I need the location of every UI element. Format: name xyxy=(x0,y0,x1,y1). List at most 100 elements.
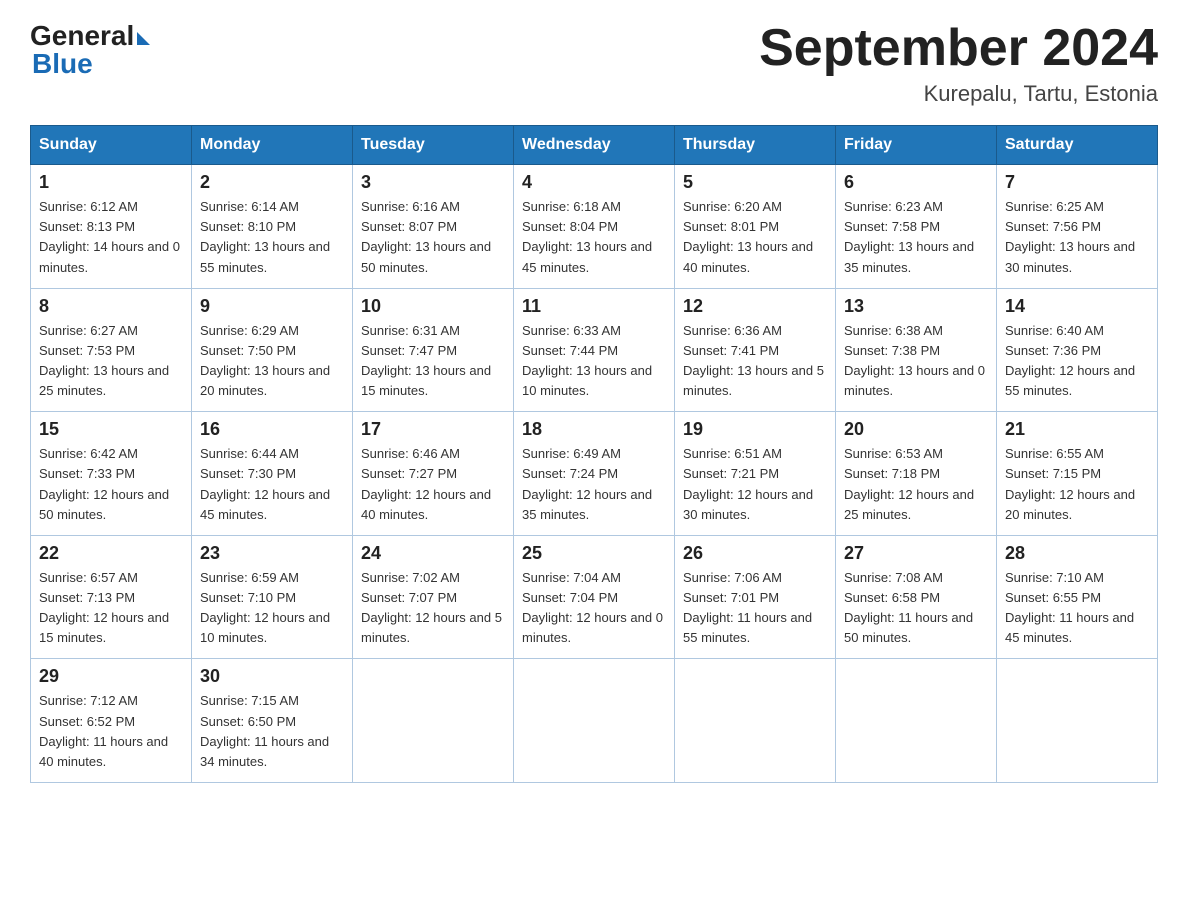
day-info: Sunrise: 6:18 AMSunset: 8:04 PMDaylight:… xyxy=(522,197,666,278)
calendar-cell: 21 Sunrise: 6:55 AMSunset: 7:15 PMDayligh… xyxy=(997,412,1158,536)
day-info: Sunrise: 7:08 AMSunset: 6:58 PMDaylight:… xyxy=(844,568,988,649)
day-info: Sunrise: 7:10 AMSunset: 6:55 PMDaylight:… xyxy=(1005,568,1149,649)
calendar-cell: 30 Sunrise: 7:15 AMSunset: 6:50 PMDayligh… xyxy=(192,659,353,783)
calendar-cell: 8Sunrise: 6:27 AMSunset: 7:53 PMDaylight… xyxy=(31,288,192,412)
calendar-cell: 19 Sunrise: 6:51 AMSunset: 7:21 PMDayligh… xyxy=(675,412,836,536)
day-info: Sunrise: 6:46 AMSunset: 7:27 PMDaylight:… xyxy=(361,444,505,525)
calendar-cell: 27 Sunrise: 7:08 AMSunset: 6:58 PMDayligh… xyxy=(836,535,997,659)
day-number: 18 xyxy=(522,419,666,440)
calendar-cell: 22 Sunrise: 6:57 AMSunset: 7:13 PMDayligh… xyxy=(31,535,192,659)
day-info: Sunrise: 6:55 AMSunset: 7:15 PMDaylight:… xyxy=(1005,444,1149,525)
calendar-week-row: 29 Sunrise: 7:12 AMSunset: 6:52 PMDayligh… xyxy=(31,659,1158,783)
day-number: 24 xyxy=(361,543,505,564)
calendar-cell: 4 Sunrise: 6:18 AMSunset: 8:04 PMDaylight… xyxy=(514,165,675,289)
day-of-week-tuesday: Tuesday xyxy=(353,126,514,165)
day-info: Sunrise: 6:20 AMSunset: 8:01 PMDaylight:… xyxy=(683,197,827,278)
calendar-cell: 16 Sunrise: 6:44 AMSunset: 7:30 PMDayligh… xyxy=(192,412,353,536)
calendar-cell xyxy=(675,659,836,783)
day-info: Sunrise: 6:38 AMSunset: 7:38 PMDaylight:… xyxy=(844,321,988,402)
title-block: September 2024 Kurepalu, Tartu, Estonia xyxy=(759,20,1158,107)
day-number: 29 xyxy=(39,666,183,687)
day-number: 12 xyxy=(683,296,827,317)
day-number: 20 xyxy=(844,419,988,440)
day-info: Sunrise: 6:31 AMSunset: 7:47 PMDaylight:… xyxy=(361,321,505,402)
calendar-cell: 18 Sunrise: 6:49 AMSunset: 7:24 PMDayligh… xyxy=(514,412,675,536)
calendar-week-row: 1 Sunrise: 6:12 AMSunset: 8:13 PMDaylight… xyxy=(31,165,1158,289)
day-number: 7 xyxy=(1005,172,1149,193)
day-number: 30 xyxy=(200,666,344,687)
day-number: 19 xyxy=(683,419,827,440)
calendar-cell: 25Sunrise: 7:04 AMSunset: 7:04 PMDayligh… xyxy=(514,535,675,659)
calendar-cell: 2 Sunrise: 6:14 AMSunset: 8:10 PMDaylight… xyxy=(192,165,353,289)
day-info: Sunrise: 6:25 AMSunset: 7:56 PMDaylight:… xyxy=(1005,197,1149,278)
calendar-header-row: SundayMondayTuesdayWednesdayThursdayFrid… xyxy=(31,126,1158,165)
day-info: Sunrise: 6:12 AMSunset: 8:13 PMDaylight:… xyxy=(39,197,183,278)
day-of-week-thursday: Thursday xyxy=(675,126,836,165)
day-number: 6 xyxy=(844,172,988,193)
day-info: Sunrise: 6:29 AMSunset: 7:50 PMDaylight:… xyxy=(200,321,344,402)
day-of-week-saturday: Saturday xyxy=(997,126,1158,165)
calendar-cell: 17 Sunrise: 6:46 AMSunset: 7:27 PMDayligh… xyxy=(353,412,514,536)
day-number: 26 xyxy=(683,543,827,564)
calendar-title: September 2024 xyxy=(759,20,1158,77)
calendar-cell: 7 Sunrise: 6:25 AMSunset: 7:56 PMDaylight… xyxy=(997,165,1158,289)
day-info: Sunrise: 6:44 AMSunset: 7:30 PMDaylight:… xyxy=(200,444,344,525)
day-info: Sunrise: 6:57 AMSunset: 7:13 PMDaylight:… xyxy=(39,568,183,649)
calendar-cell: 5 Sunrise: 6:20 AMSunset: 8:01 PMDaylight… xyxy=(675,165,836,289)
calendar-week-row: 15 Sunrise: 6:42 AMSunset: 7:33 PMDayligh… xyxy=(31,412,1158,536)
calendar-cell: 15 Sunrise: 6:42 AMSunset: 7:33 PMDayligh… xyxy=(31,412,192,536)
day-info: Sunrise: 6:53 AMSunset: 7:18 PMDaylight:… xyxy=(844,444,988,525)
day-number: 15 xyxy=(39,419,183,440)
day-info: Sunrise: 6:49 AMSunset: 7:24 PMDaylight:… xyxy=(522,444,666,525)
day-number: 27 xyxy=(844,543,988,564)
calendar-cell: 3Sunrise: 6:16 AMSunset: 8:07 PMDaylight… xyxy=(353,165,514,289)
day-number: 21 xyxy=(1005,419,1149,440)
calendar-week-row: 8Sunrise: 6:27 AMSunset: 7:53 PMDaylight… xyxy=(31,288,1158,412)
calendar-cell xyxy=(514,659,675,783)
day-info: Sunrise: 7:02 AMSunset: 7:07 PMDaylight:… xyxy=(361,568,505,649)
logo-blue-text: Blue xyxy=(32,48,93,80)
day-info: Sunrise: 6:42 AMSunset: 7:33 PMDaylight:… xyxy=(39,444,183,525)
calendar-week-row: 22 Sunrise: 6:57 AMSunset: 7:13 PMDayligh… xyxy=(31,535,1158,659)
day-number: 11 xyxy=(522,296,666,317)
day-info: Sunrise: 6:51 AMSunset: 7:21 PMDaylight:… xyxy=(683,444,827,525)
calendar-cell: 28 Sunrise: 7:10 AMSunset: 6:55 PMDayligh… xyxy=(997,535,1158,659)
day-info: Sunrise: 6:14 AMSunset: 8:10 PMDaylight:… xyxy=(200,197,344,278)
day-number: 1 xyxy=(39,172,183,193)
day-info: Sunrise: 7:06 AMSunset: 7:01 PMDaylight:… xyxy=(683,568,827,649)
calendar-cell: 1 Sunrise: 6:12 AMSunset: 8:13 PMDaylight… xyxy=(31,165,192,289)
day-info: Sunrise: 6:40 AMSunset: 7:36 PMDaylight:… xyxy=(1005,321,1149,402)
calendar-cell: 24 Sunrise: 7:02 AMSunset: 7:07 PMDayligh… xyxy=(353,535,514,659)
calendar-cell: 20 Sunrise: 6:53 AMSunset: 7:18 PMDayligh… xyxy=(836,412,997,536)
calendar-subtitle: Kurepalu, Tartu, Estonia xyxy=(759,81,1158,107)
day-number: 4 xyxy=(522,172,666,193)
day-of-week-wednesday: Wednesday xyxy=(514,126,675,165)
day-info: Sunrise: 7:12 AMSunset: 6:52 PMDaylight:… xyxy=(39,691,183,772)
day-number: 28 xyxy=(1005,543,1149,564)
calendar-cell: 23Sunrise: 6:59 AMSunset: 7:10 PMDayligh… xyxy=(192,535,353,659)
day-info: Sunrise: 7:04 AMSunset: 7:04 PMDaylight:… xyxy=(522,568,666,649)
calendar-cell xyxy=(836,659,997,783)
day-of-week-friday: Friday xyxy=(836,126,997,165)
day-info: Sunrise: 6:36 AMSunset: 7:41 PMDaylight:… xyxy=(683,321,827,402)
calendar-cell: 12 Sunrise: 6:36 AMSunset: 7:41 PMDayligh… xyxy=(675,288,836,412)
day-number: 9 xyxy=(200,296,344,317)
day-number: 17 xyxy=(361,419,505,440)
day-number: 3 xyxy=(361,172,505,193)
calendar-table: SundayMondayTuesdayWednesdayThursdayFrid… xyxy=(30,125,1158,783)
day-of-week-sunday: Sunday xyxy=(31,126,192,165)
day-number: 2 xyxy=(200,172,344,193)
calendar-cell: 6 Sunrise: 6:23 AMSunset: 7:58 PMDaylight… xyxy=(836,165,997,289)
day-number: 5 xyxy=(683,172,827,193)
day-info: Sunrise: 6:23 AMSunset: 7:58 PMDaylight:… xyxy=(844,197,988,278)
calendar-cell xyxy=(353,659,514,783)
day-info: Sunrise: 7:15 AMSunset: 6:50 PMDaylight:… xyxy=(200,691,344,772)
day-number: 16 xyxy=(200,419,344,440)
logo: General Blue xyxy=(30,20,150,80)
calendar-cell: 13Sunrise: 6:38 AMSunset: 7:38 PMDayligh… xyxy=(836,288,997,412)
calendar-cell: 26 Sunrise: 7:06 AMSunset: 7:01 PMDayligh… xyxy=(675,535,836,659)
day-number: 10 xyxy=(361,296,505,317)
day-number: 22 xyxy=(39,543,183,564)
calendar-cell: 11Sunrise: 6:33 AMSunset: 7:44 PMDayligh… xyxy=(514,288,675,412)
day-number: 14 xyxy=(1005,296,1149,317)
